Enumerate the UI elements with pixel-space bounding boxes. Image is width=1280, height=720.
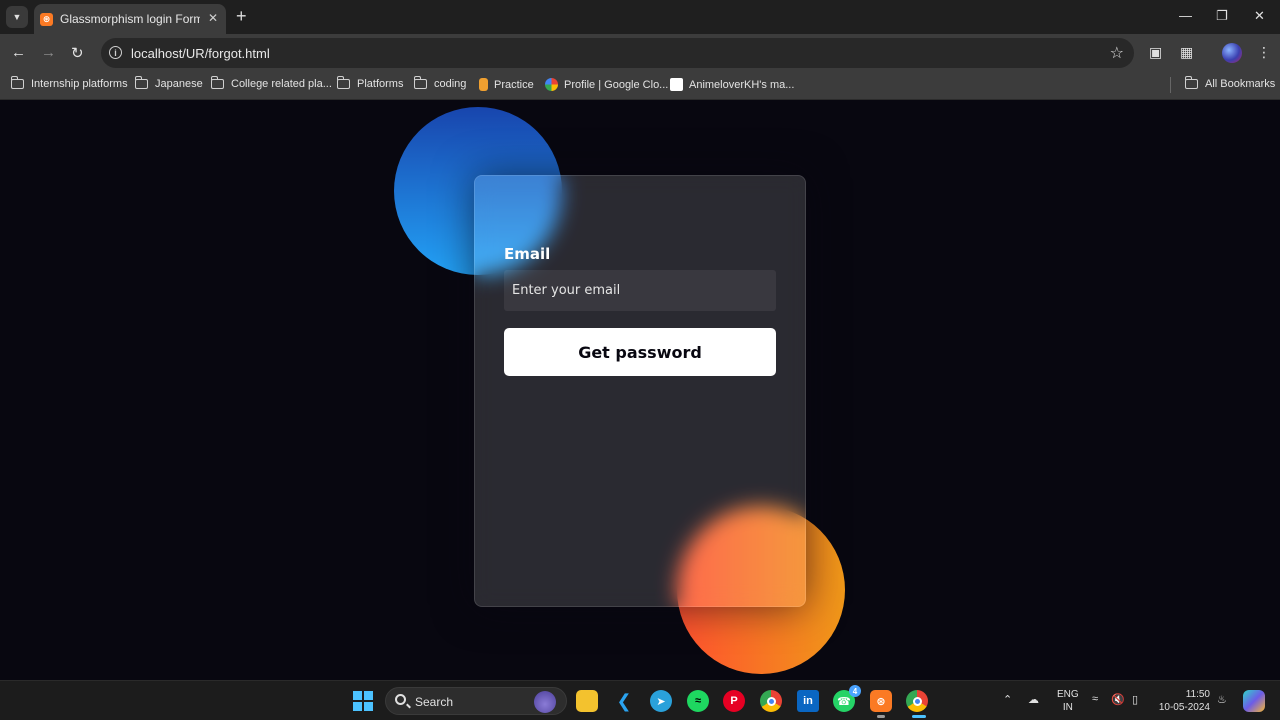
vscode-icon[interactable]: ❮ <box>613 690 635 712</box>
bookmark-label: Practice <box>494 78 534 91</box>
region-code: IN <box>1062 702 1073 713</box>
bookmark-link[interactable]: AnimeloverKH's ma... <box>670 78 794 91</box>
chevron-down-icon: ▼ <box>12 12 22 22</box>
wifi-icon[interactable]: ≈ <box>1092 693 1098 705</box>
clock-time: 11:50 <box>1185 689 1210 700</box>
whatsapp-icon[interactable]: ☎ 4 <box>833 685 861 712</box>
notification-badge: 4 <box>849 685 861 697</box>
bookmark-link[interactable]: Practice <box>479 78 534 91</box>
copilot-icon[interactable] <box>1243 690 1265 712</box>
window-close-button[interactable]: ✕ <box>1254 8 1265 24</box>
folder-icon <box>1184 76 1198 89</box>
bookmark-folder[interactable]: Platforms <box>336 76 404 90</box>
active-indicator <box>912 715 926 718</box>
all-bookmarks[interactable]: All Bookmarks <box>1184 76 1276 90</box>
practice-favicon-icon <box>479 78 488 91</box>
bookmark-link[interactable]: Profile | Google Clo... <box>545 78 668 91</box>
chrome-active-icon[interactable] <box>906 690 928 712</box>
address-bar[interactable]: i localhost/UR/forgot.html ☆ <box>101 38 1134 68</box>
search-label: Search <box>415 695 454 709</box>
extensions-icon[interactable]: ▦ <box>1180 44 1193 61</box>
battery-icon[interactable]: ▯ <box>1132 693 1138 706</box>
reload-button[interactable]: ↻ <box>71 44 84 62</box>
bookmark-label: Profile | Google Clo... <box>564 78 669 91</box>
notifications-bell-icon[interactable]: ♨ <box>1217 693 1227 706</box>
windows-taskbar: Search ❮ ➤ ≈ P in ☎ 4 ⊛ ⌃ ☁ ENG IN ≈ 🔇 ▯ … <box>0 680 1280 720</box>
linkedin-icon[interactable]: in <box>797 690 819 712</box>
tab-search-button[interactable]: ▼ <box>6 6 28 28</box>
search-highlight-icon <box>534 691 556 713</box>
minimize-button[interactable]: — <box>1179 8 1192 23</box>
forward-button[interactable]: → <box>41 44 56 61</box>
tab-strip: ▼ ⊛ Glassmorphism login Form Tuto ✕ + — … <box>0 0 1280 34</box>
search-icon <box>395 694 406 705</box>
folder-icon <box>210 76 224 89</box>
bookmark-folder[interactable]: Japanese <box>134 76 203 90</box>
bookmark-label: College related pla... <box>231 78 332 90</box>
volume-muted-icon[interactable]: 🔇 <box>1111 693 1125 706</box>
back-button[interactable]: ← <box>11 44 26 61</box>
onedrive-icon[interactable]: ☁ <box>1028 693 1039 706</box>
email-label: Email <box>504 245 551 263</box>
language-code: ENG <box>1057 689 1079 700</box>
google-cloud-icon <box>545 78 558 91</box>
bookmark-folder[interactable]: Internship platforms <box>10 76 128 90</box>
page-viewport: Email Get password <box>0 101 1280 680</box>
bookmark-label: coding <box>434 78 467 90</box>
pinterest-icon[interactable]: P <box>723 690 745 712</box>
lens-icon[interactable]: ▣ <box>1149 44 1162 61</box>
menu-icon[interactable]: ⋮ <box>1257 44 1271 61</box>
bookmark-label: AnimeloverKH's ma... <box>689 78 795 91</box>
get-password-button[interactable]: Get password <box>504 328 776 376</box>
bookmark-folder[interactable]: coding <box>413 76 467 90</box>
folder-icon <box>336 76 350 89</box>
show-hidden-icons-icon[interactable]: ⌃ <box>1003 693 1012 706</box>
forgot-password-form: Email Get password <box>474 175 806 607</box>
system-clock[interactable]: 11:50 10-05-2024 <box>1150 688 1210 714</box>
bookmark-star-icon[interactable]: ☆ <box>1110 43 1124 63</box>
file-explorer-icon[interactable] <box>576 690 598 712</box>
restore-button[interactable]: ❐ <box>1216 8 1228 24</box>
bookmarks-divider <box>1170 77 1171 93</box>
url-text[interactable]: localhost/UR/forgot.html <box>131 46 270 61</box>
language-indicator[interactable]: ENG IN <box>1057 688 1079 714</box>
bookmark-label: All Bookmarks <box>1205 78 1276 90</box>
folder-icon <box>10 76 24 89</box>
folder-icon <box>134 76 148 89</box>
bookmarks-bar: Internship platforms Japanese College re… <box>0 72 1280 100</box>
close-icon[interactable]: ✕ <box>208 11 218 25</box>
site-info-icon[interactable]: i <box>109 46 122 59</box>
bookmark-label: Japanese <box>155 78 203 90</box>
browser-tab[interactable]: ⊛ Glassmorphism login Form Tuto ✕ <box>34 4 226 34</box>
xampp-icon[interactable]: ⊛ <box>870 690 892 712</box>
running-indicator <box>877 715 885 718</box>
profile-avatar[interactable] <box>1222 43 1242 63</box>
new-tab-button[interactable]: + <box>236 7 247 25</box>
spotify-icon[interactable]: ≈ <box>687 690 709 712</box>
taskbar-search[interactable]: Search <box>385 687 567 715</box>
tab-title: Glassmorphism login Form Tuto <box>60 12 200 26</box>
bookmark-label: Internship platforms <box>31 78 128 90</box>
email-field[interactable] <box>504 270 776 311</box>
bookmark-folder[interactable]: College related pla... <box>210 76 332 90</box>
anilist-icon <box>670 78 683 91</box>
browser-toolbar: ← → ↻ i localhost/UR/forgot.html ☆ ▣ ▦ ⋮ <box>0 34 1280 72</box>
telegram-icon[interactable]: ➤ <box>650 690 672 712</box>
folder-icon <box>413 76 427 89</box>
clock-date: 10-05-2024 <box>1158 702 1210 713</box>
chrome-icon[interactable] <box>760 690 782 712</box>
bookmark-label: Platforms <box>357 78 404 90</box>
xampp-favicon-icon: ⊛ <box>40 12 53 26</box>
windows-start-icon[interactable] <box>353 691 373 711</box>
